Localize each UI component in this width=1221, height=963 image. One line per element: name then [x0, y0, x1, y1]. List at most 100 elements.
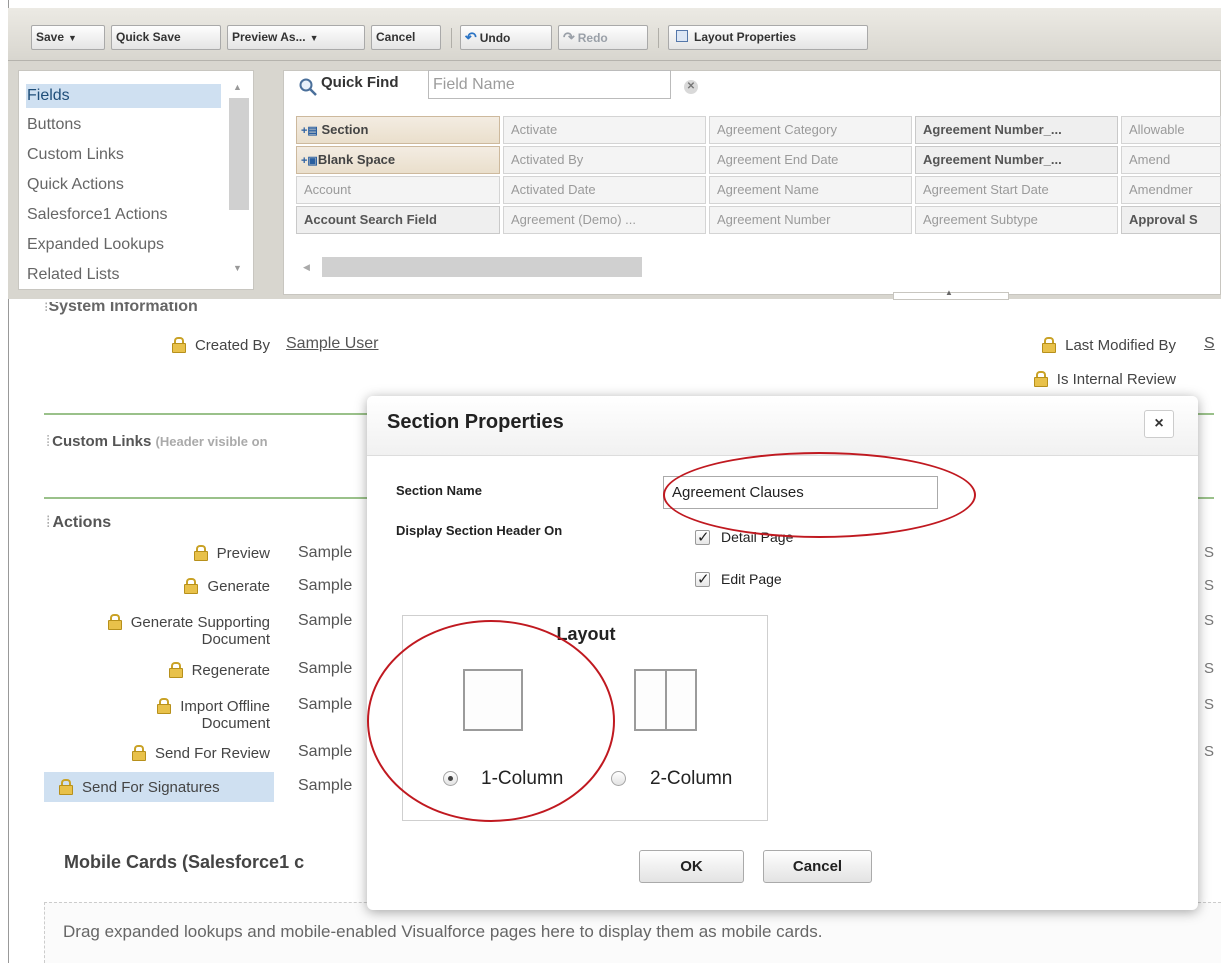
category-quick-actions[interactable]: Quick Actions: [26, 173, 221, 197]
quick-save-button[interactable]: Quick Save: [111, 25, 221, 50]
action-value: Sample: [298, 544, 353, 561]
lock-icon: [171, 337, 186, 353]
action-value: Sample: [298, 660, 353, 677]
chevron-down-icon: ▼: [309, 33, 319, 43]
search-icon: [299, 78, 317, 96]
redo-button[interactable]: ↷ Redo: [558, 25, 648, 50]
field-cell[interactable]: Agreement Number_...: [915, 116, 1118, 144]
field-cell[interactable]: Account Search Field: [296, 206, 500, 234]
field-cell[interactable]: Account: [296, 176, 500, 204]
lock-icon: [168, 662, 183, 678]
field-cell[interactable]: Agreement Subtype: [915, 206, 1118, 234]
dialog-header: Section Properties ×: [367, 396, 1198, 456]
cancel-button[interactable]: Cancel: [371, 25, 441, 50]
field-cell[interactable]: Agreement End Date: [709, 146, 912, 174]
custom-links-label: Custom Links: [52, 433, 152, 450]
category-scrollbar[interactable]: [229, 98, 249, 210]
scroll-left-icon[interactable]: ◀: [303, 262, 310, 273]
action-label-generate[interactable]: Generate: [60, 578, 270, 595]
quick-find-label: Quick Find: [321, 74, 399, 91]
field-cell[interactable]: Activated Date: [503, 176, 706, 204]
field-label-created-by: Created By: [140, 337, 270, 354]
field-cell[interactable]: Agreement Start Date: [915, 176, 1118, 204]
field-blank-space-label: Blank Space: [317, 152, 396, 167]
action-generate-supporting-document-label: Generate Supporting Document: [130, 614, 270, 648]
custom-links-subtitle: (Header visible on: [155, 434, 268, 449]
field-cell[interactable]: Agreement Name: [709, 176, 912, 204]
actions-label: Actions: [52, 514, 112, 531]
annotation-ellipse-layout: [367, 620, 615, 822]
field-label-is-internal-review: Is Internal Review: [960, 371, 1176, 388]
clear-search-icon[interactable]: ✕: [684, 80, 698, 94]
is-internal-review-label: Is Internal Review: [1056, 371, 1176, 388]
field-cell[interactable]: Amend: [1121, 146, 1221, 174]
action-label-preview[interactable]: Preview: [60, 545, 270, 562]
scroll-up-icon[interactable]: ▲: [233, 82, 242, 92]
field-cell[interactable]: Agreement Category: [709, 116, 912, 144]
mobile-cards-hint: Drag expanded lookups and mobile-enabled…: [63, 922, 823, 941]
drag-handle-icon[interactable]: ⁞: [46, 433, 50, 450]
save-button[interactable]: Save ▼: [31, 25, 105, 50]
created-by-value[interactable]: Sample User: [286, 335, 378, 353]
cancel-button[interactable]: Cancel: [763, 850, 872, 883]
palette-category-list: Fields Buttons Custom Links Quick Action…: [18, 70, 254, 290]
action-label-generate-supporting-document[interactable]: Generate Supporting Document: [50, 614, 270, 648]
preview-as-label: Preview As...: [232, 30, 306, 44]
lock-icon: [1033, 371, 1048, 387]
field-cell[interactable]: Activated By: [503, 146, 706, 174]
preview-as-button[interactable]: Preview As... ▼: [227, 25, 365, 50]
layout-properties-button[interactable]: Layout Properties: [668, 25, 868, 50]
field-label-last-modified-by: Last Modified By: [960, 337, 1176, 354]
action-value: Sample: [298, 577, 353, 594]
redo-label: Redo: [577, 31, 608, 45]
drag-handle-icon[interactable]: ⁞: [46, 514, 51, 531]
edit-page-checkbox[interactable]: [695, 570, 710, 588]
field-cell[interactable]: Agreement (Demo) ...: [503, 206, 706, 234]
category-expanded-lookups[interactable]: Expanded Lookups: [26, 233, 221, 257]
section-title-custom-links: ⁞ Custom Links (Header visible on: [46, 433, 268, 450]
action-send-for-review-label: Send For Review: [154, 745, 270, 762]
chevron-down-icon[interactable]: ▼: [68, 33, 77, 43]
two-column-radio[interactable]: [611, 771, 626, 786]
field-cell[interactable]: Agreement Number_...: [915, 146, 1118, 174]
scroll-down-icon[interactable]: ▼: [233, 263, 242, 273]
category-custom-links[interactable]: Custom Links: [26, 143, 221, 167]
field-blank-space[interactable]: +▣Blank Space: [296, 146, 500, 174]
action-preview-label: Preview: [216, 545, 270, 562]
blank-space-icon: +▣: [301, 155, 318, 167]
field-cell[interactable]: Allowable: [1121, 116, 1221, 144]
field-cell[interactable]: Approval S: [1121, 206, 1221, 234]
cropped-value: S: [1204, 696, 1215, 713]
action-label-regenerate[interactable]: Regenerate: [60, 662, 270, 679]
dialog-title: Section Properties: [387, 411, 564, 433]
cropped-value: S: [1204, 660, 1215, 677]
section-name-label: Section Name: [396, 483, 482, 498]
section-title-system-information: ⁞System Information: [44, 302, 198, 316]
field-cell[interactable]: Activate: [503, 116, 706, 144]
lock-icon: [1041, 337, 1057, 353]
field-section[interactable]: +▤ Section: [296, 116, 500, 144]
category-related-lists[interactable]: Related Lists: [26, 263, 221, 287]
edit-page-label: Edit Page: [721, 571, 782, 587]
display-header-label: Display Section Header On: [396, 523, 563, 538]
category-buttons[interactable]: Buttons: [26, 113, 221, 137]
ok-button[interactable]: OK: [639, 850, 744, 883]
category-fields[interactable]: Fields: [26, 84, 221, 108]
action-label-send-for-review[interactable]: Send For Review: [60, 745, 270, 762]
field-cell[interactable]: Agreement Number: [709, 206, 912, 234]
action-value: Sample: [298, 743, 353, 760]
system-information-label: System Information: [48, 302, 198, 315]
chevron-up-icon[interactable]: ▲: [945, 288, 953, 297]
category-salesforce1-actions[interactable]: Salesforce1 Actions: [26, 203, 221, 227]
action-label-import-offline-document[interactable]: Import Offline Document: [110, 698, 270, 732]
detail-page-checkbox[interactable]: [695, 528, 710, 546]
quick-find-input[interactable]: Field Name: [428, 70, 671, 99]
two-column-layout-icon[interactable]: [634, 669, 697, 731]
close-icon[interactable]: ×: [1144, 410, 1174, 438]
last-modified-by-value[interactable]: S: [1204, 335, 1215, 353]
undo-button[interactable]: ↶ Undo: [460, 25, 552, 50]
field-cell[interactable]: Amendmer: [1121, 176, 1221, 204]
field-grid-scrollbar[interactable]: [322, 257, 642, 277]
lock-icon: [183, 578, 199, 594]
action-label-send-for-signatures[interactable]: Send For Signatures: [58, 779, 270, 796]
